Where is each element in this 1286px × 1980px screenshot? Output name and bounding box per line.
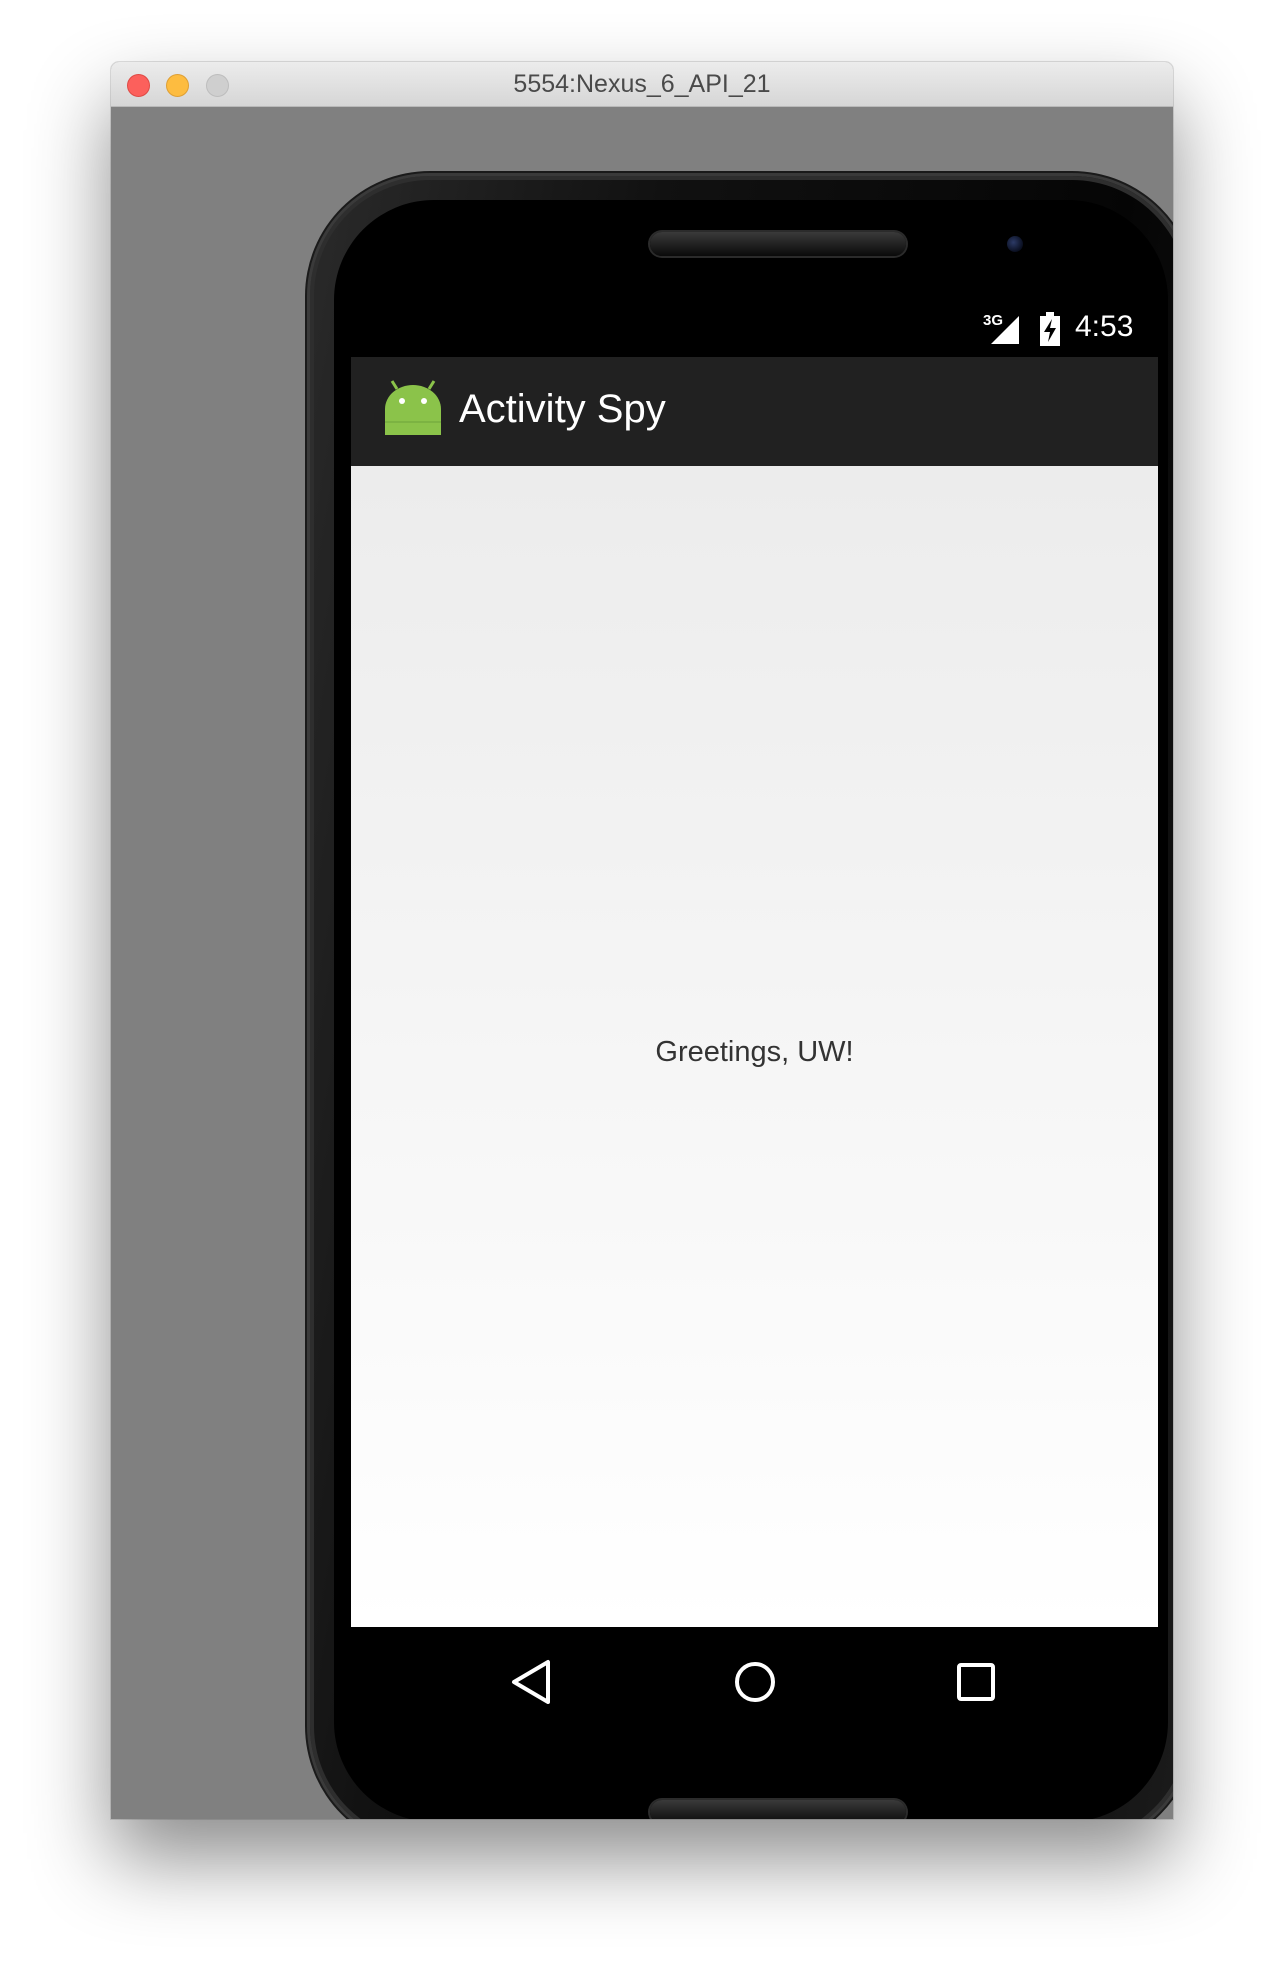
status-clock: 4:53 xyxy=(1075,310,1134,343)
window-title: 5554:Nexus_6_API_21 xyxy=(513,70,771,98)
device-screen: 3G 4:53 Activity Spy Greetings, UW! xyxy=(351,302,1158,1738)
window-titlebar[interactable]: 5554:Nexus_6_API_21 xyxy=(111,62,1173,107)
action-bar: Activity Spy xyxy=(351,357,1158,466)
app-title: Activity Spy xyxy=(459,387,666,431)
bottom-speaker xyxy=(650,1800,906,1819)
main-content: Greetings, UW! xyxy=(351,466,1158,1627)
signal-strength-icon xyxy=(991,316,1019,344)
status-bar: 3G 4:53 xyxy=(351,302,1158,357)
top-speaker xyxy=(650,232,906,256)
android-icon xyxy=(385,380,441,435)
home-circle-icon[interactable] xyxy=(725,1652,785,1712)
back-triangle-icon[interactable] xyxy=(502,1652,562,1712)
emulator-window: 5554:Nexus_6_API_21 3G 4:53 Activity Spy… xyxy=(111,62,1173,1819)
recents-square-icon[interactable] xyxy=(946,1652,1006,1712)
greeting-text: Greetings, UW! xyxy=(655,1036,854,1068)
navigation-bar xyxy=(351,1627,1158,1738)
front-camera xyxy=(1007,236,1023,252)
battery-charging-icon xyxy=(1040,312,1060,346)
